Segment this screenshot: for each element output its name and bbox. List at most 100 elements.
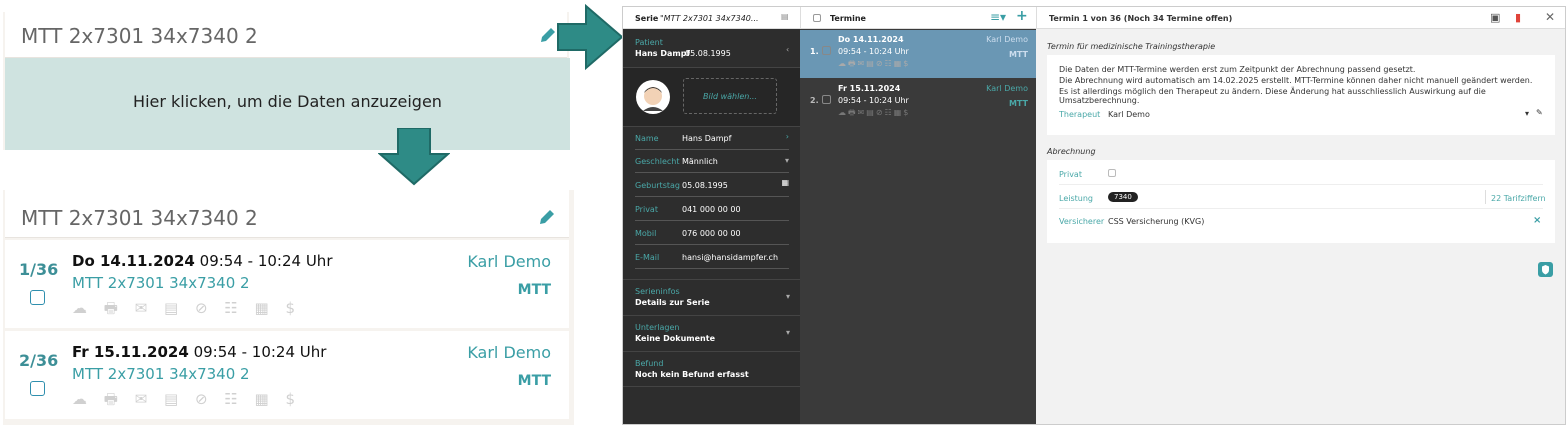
appointment-type: MTT xyxy=(517,282,551,298)
section-unterlagen[interactable]: Unterlagen Keine Dokumente ▾ xyxy=(623,315,800,351)
appointment-row[interactable]: 1/36 Do 14.11.2024 09:54 - 10:24 Uhr MTT… xyxy=(5,240,569,328)
patient-label: Patient xyxy=(635,38,663,47)
appointment-checkbox[interactable] xyxy=(30,381,45,396)
appointment-therapist: Karl Demo xyxy=(467,252,551,271)
versicherer-value: CSS Versicherung (KVG) xyxy=(1108,217,1205,226)
image-select-label: Bild wählen... xyxy=(703,92,757,101)
therapeut-select[interactable]: Karl Demo xyxy=(1108,110,1150,119)
section-befund[interactable]: Befund Noch kein Befund erfasst xyxy=(623,351,800,387)
chevron-down-icon[interactable]: ▾ xyxy=(785,156,789,165)
serieninfos-value: Details zur Serie xyxy=(635,298,710,307)
termin-action-icons[interactable]: ☁🖶✉▤⊘☷▦$ xyxy=(838,58,910,72)
chevron-down-icon[interactable]: ▾ xyxy=(1525,109,1529,118)
birthday-value: 05.08.1995 xyxy=(682,181,728,190)
birthday-field[interactable]: Geburtstag 05.08.1995 ▦ xyxy=(635,175,789,197)
pencil-icon[interactable] xyxy=(537,207,557,227)
app-window: Serie "MTT 2x7301 34x7340... ▤ Patient H… xyxy=(622,6,1566,425)
shield-icon[interactable] xyxy=(1538,262,1553,277)
appointment-therapist: Karl Demo xyxy=(467,343,551,362)
appointment-time: 09:54 - 10:24 Uhr xyxy=(193,343,327,361)
birthday-label: Geburtstag xyxy=(635,181,680,190)
serieninfos-label: Serieninfos xyxy=(635,287,680,296)
appointment-datetime: Fr 15.11.2024 09:54 - 10:24 Uhr xyxy=(72,343,326,361)
termin-time: 09:54 - 10:24 Uhr xyxy=(838,47,909,56)
gender-label: Geschlecht xyxy=(635,157,680,166)
versicherer-label: Versicherer xyxy=(1059,217,1105,226)
detail-title: Termin 1 von 36 (Noch 34 Termine offen) xyxy=(1049,14,1233,23)
series-title: MTT 2x7301 34x7340 2 xyxy=(21,24,258,48)
serie-label: Serie xyxy=(635,14,659,23)
unterlagen-value: Keine Dokumente xyxy=(635,334,715,343)
trash-icon[interactable]: ▮ xyxy=(1515,11,1521,24)
tarifziffern-link[interactable]: 22 Tarifziffern xyxy=(1491,194,1546,203)
close-icon[interactable]: ✕ xyxy=(1545,10,1555,24)
chevron-down-icon[interactable]: ▾ xyxy=(786,292,790,301)
mobile-label: Mobil xyxy=(635,229,657,238)
befund-label: Befund xyxy=(635,359,664,368)
termin-date: Do 14.11.2024 xyxy=(838,35,904,44)
privat-checkbox[interactable] xyxy=(1108,169,1116,177)
termin-type: MTT xyxy=(1008,50,1028,59)
name-value: Hans Dampf xyxy=(682,134,732,143)
appointment-row[interactable]: 2/36 Fr 15.11.2024 09:54 - 10:24 Uhr MTT… xyxy=(5,331,569,419)
gender-field[interactable]: Geschlecht Männlich ▾ xyxy=(635,151,789,173)
mobile-field[interactable]: Mobil 076 000 00 00 xyxy=(635,223,789,245)
appointment-number: 1/36 xyxy=(19,260,59,279)
phone-private-value: 041 000 00 00 xyxy=(682,205,741,214)
arrow-down-icon xyxy=(378,128,450,186)
name-field[interactable]: Name Hans Dampf › xyxy=(635,128,789,150)
comment-icon[interactable]: ▣ xyxy=(1490,11,1500,24)
email-label: E-Mail xyxy=(635,253,660,262)
unterlagen-label: Unterlagen xyxy=(635,323,680,332)
email-field[interactable]: E-Mail hansi@hansidampfer.ch xyxy=(635,247,789,269)
termin-item[interactable]: 2. Fr 15.11.2024 09:54 - 10:24 Uhr ☁🖶✉▤⊘… xyxy=(800,79,1036,127)
mtt-section-title: Termin für medizinische Trainingstherapi… xyxy=(1047,42,1216,51)
termin-checkbox[interactable] xyxy=(822,46,831,55)
leistung-label: Leistung xyxy=(1059,194,1093,203)
appointment-series: MTT 2x7301 34x7340 2 xyxy=(72,274,250,292)
series-card-header: MTT 2x7301 34x7340 2 xyxy=(5,12,567,58)
billing-section-title: Abrechnung xyxy=(1047,147,1096,156)
list-menu-icon[interactable]: ≡▾ xyxy=(990,10,1006,24)
avatar-area: Bild wählen... xyxy=(623,67,800,127)
serie-header: Serie "MTT 2x7301 34x7340... ▤ xyxy=(623,7,800,29)
chevron-down-icon[interactable]: ▾ xyxy=(786,328,790,337)
appointment-checkbox[interactable] xyxy=(30,290,45,305)
billing-box: Privat Leistung 7340 22 Tarifziffern Ver… xyxy=(1047,160,1555,243)
avatar xyxy=(636,80,670,114)
calendar-icon[interactable]: ▦ xyxy=(781,178,789,187)
add-icon[interactable]: + xyxy=(1016,8,1028,24)
series-card-collapsed: MTT 2x7301 34x7340 2 Hier klicken, um di… xyxy=(3,12,570,150)
befund-value: Noch kein Befund erfasst xyxy=(635,370,749,379)
series-card-expanded: MTT 2x7301 34x7340 2 1/36 Do 14.11.2024 … xyxy=(3,190,574,425)
info-line: Die Daten der MTT-Termine werden erst zu… xyxy=(1059,65,1416,74)
patient-panel: Serie "MTT 2x7301 34x7340... ▤ Patient H… xyxy=(623,7,800,424)
image-select-button[interactable]: Bild wählen... xyxy=(683,78,777,114)
pencil-icon[interactable] xyxy=(538,25,558,45)
leistung-badge[interactable]: 7340 xyxy=(1108,192,1138,202)
show-data-label: Hier klicken, um die Daten anzuzeigen xyxy=(133,92,442,111)
appointment-action-icons[interactable]: ☁ 🖶 ✉ ▤ ⊘ ☷ ▦ $ xyxy=(72,298,301,323)
remove-icon[interactable]: × xyxy=(1533,215,1541,226)
show-data-button[interactable]: Hier klicken, um die Daten anzuzeigen xyxy=(5,58,570,150)
email-value: hansi@hansidampfer.ch xyxy=(682,253,779,262)
patient-name: Hans Dampf xyxy=(635,49,690,58)
chevron-left-icon[interactable]: ‹ xyxy=(786,45,789,54)
appointment-action-icons[interactable]: ☁ 🖶 ✉ ▤ ⊘ ☷ ▦ $ xyxy=(72,389,301,414)
appointment-time: 09:54 - 10:24 Uhr xyxy=(199,252,333,270)
appointment-series: MTT 2x7301 34x7340 2 xyxy=(72,365,250,383)
document-icon[interactable]: ▤ xyxy=(781,12,789,21)
termin-item[interactable]: 1. Do 14.11.2024 09:54 - 10:24 Uhr ☁🖶✉▤⊘… xyxy=(800,30,1036,78)
termin-number: 2. xyxy=(810,96,819,105)
detail-header: Termin 1 von 36 (Noch 34 Termine offen) … xyxy=(1036,7,1565,29)
select-all-checkbox[interactable] xyxy=(813,14,821,22)
serie-value: "MTT 2x7301 34x7340... xyxy=(660,14,759,23)
termine-header: Termine ≡▾ + xyxy=(800,7,1036,29)
section-serieninfos[interactable]: Serieninfos Details zur Serie ▾ xyxy=(623,279,800,315)
series-title: MTT 2x7301 34x7340 2 xyxy=(21,206,258,230)
chevron-right-icon[interactable]: › xyxy=(786,132,789,141)
termin-checkbox[interactable] xyxy=(822,95,831,104)
termin-action-icons[interactable]: ☁🖶✉▤⊘☷▦$ xyxy=(838,107,910,121)
pencil-icon[interactable]: ✎ xyxy=(1536,108,1543,117)
phone-private-field[interactable]: Privat 041 000 00 00 xyxy=(635,199,789,221)
